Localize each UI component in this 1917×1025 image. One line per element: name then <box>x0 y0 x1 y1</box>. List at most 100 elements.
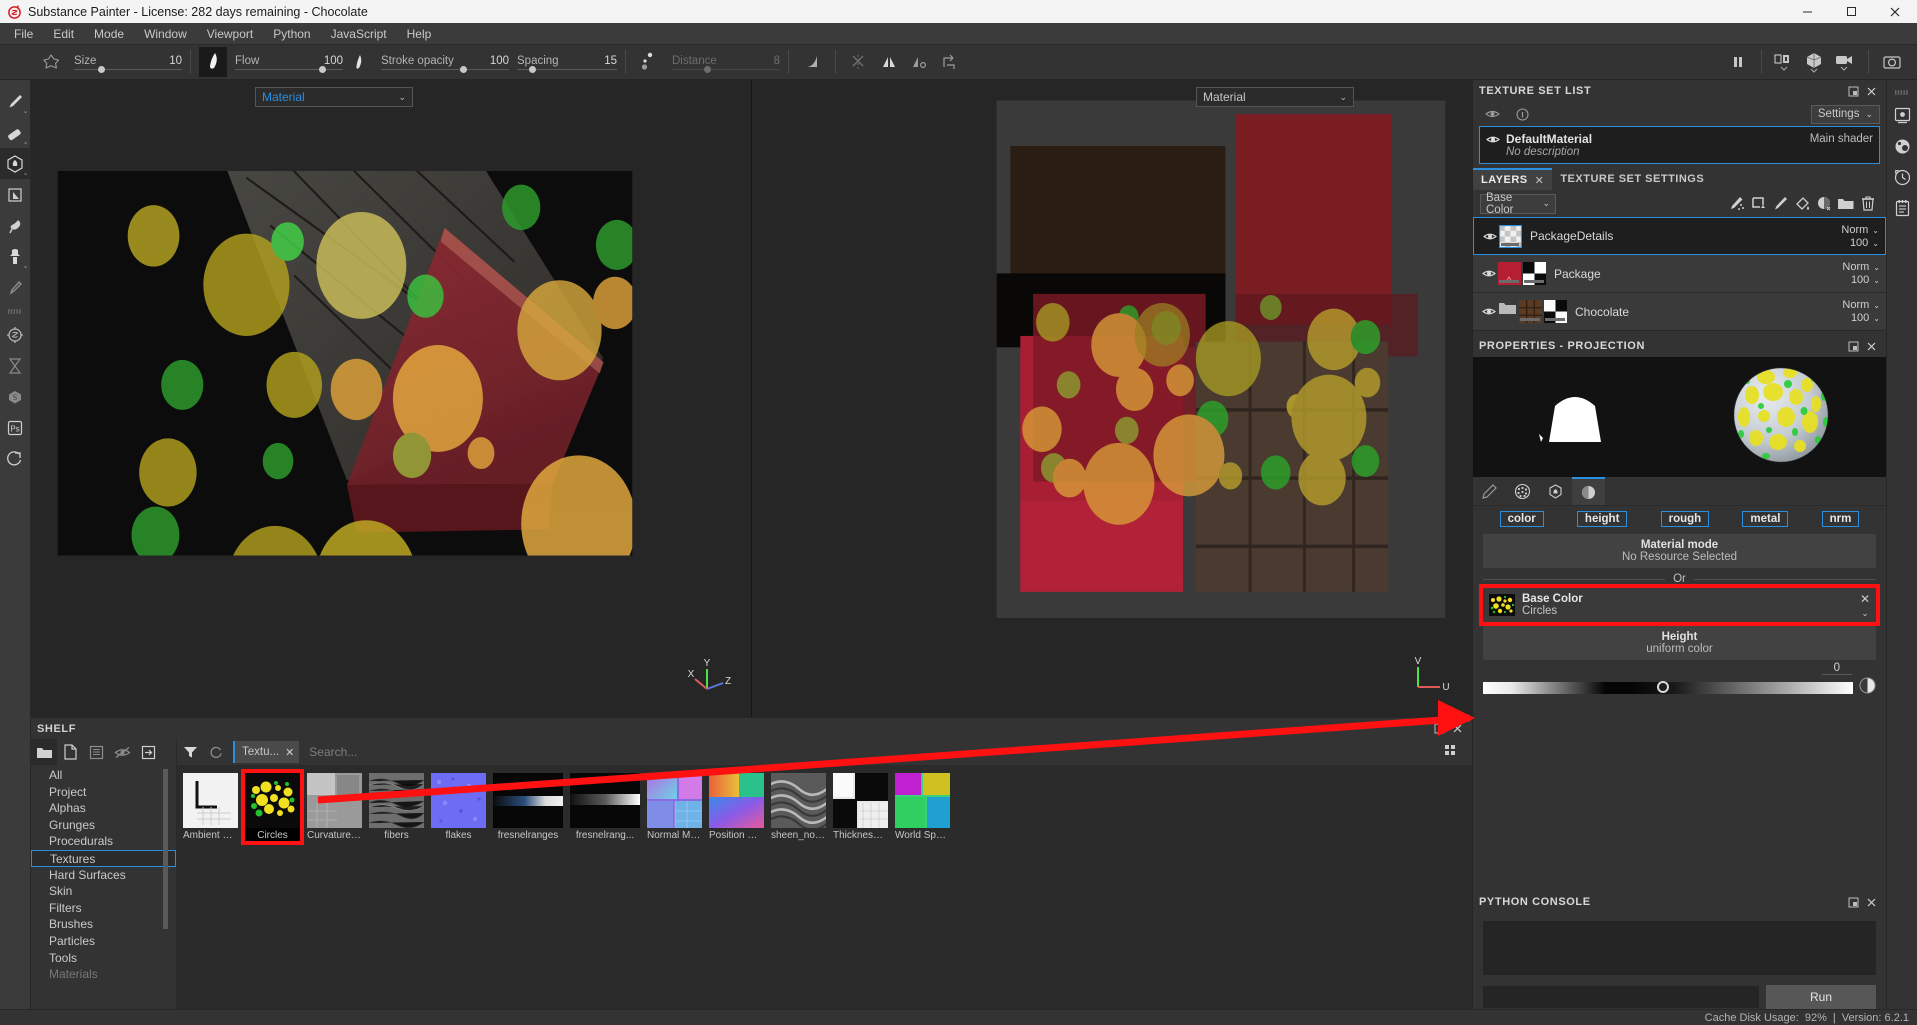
menu-file[interactable]: File <box>4 23 43 45</box>
maximize-icon[interactable] <box>1844 893 1862 911</box>
shelf-category-project[interactable]: Project <box>31 784 176 801</box>
menu-viewport[interactable]: Viewport <box>197 23 263 45</box>
menu-mode[interactable]: Mode <box>84 23 134 45</box>
folder-icon[interactable] <box>31 739 57 765</box>
param-stroke-opacity[interactable]: Stroke opacity 100 <box>381 46 509 78</box>
tab-texture-set-settings[interactable]: TEXTURE SET SETTINGS <box>1552 168 1712 190</box>
shelf-item[interactable]: Position De... <box>709 773 764 841</box>
shelf-category-materials[interactable]: Materials <box>31 966 176 983</box>
brush-properties-icon[interactable] <box>1473 477 1506 505</box>
transform-icon[interactable] <box>934 47 964 77</box>
shelf-item[interactable]: Normal Ma... <box>647 773 702 841</box>
history-icon[interactable] <box>1887 162 1917 193</box>
shelf-item[interactable]: Thickness ... <box>833 773 888 841</box>
save-icon[interactable] <box>83 739 109 765</box>
2d-viewport-channel-selector[interactable]: Material ⌄ <box>1196 87 1354 107</box>
camera-icon[interactable] <box>1830 47 1860 77</box>
menu-window[interactable]: Window <box>134 23 197 45</box>
eye-icon[interactable] <box>1479 268 1498 279</box>
shelf-category-textures[interactable]: Textures <box>31 849 176 867</box>
hide-icon[interactable] <box>109 739 135 765</box>
layer-mask-thumbnail[interactable] <box>1544 300 1567 323</box>
height-slider[interactable] <box>1483 681 1853 694</box>
table-row[interactable]: Package Norm ⌄ 100 ⌄ <box>1473 255 1886 293</box>
projection-tool-icon[interactable]: ⌄ <box>0 148 31 179</box>
shelf-filter-tag[interactable]: Textu... ✕ <box>233 741 300 763</box>
delete-layer-icon[interactable] <box>1857 193 1879 215</box>
layers-channel-selector[interactable]: Base Color ⌄ <box>1480 192 1556 216</box>
param-flow[interactable]: Flow 100 <box>235 46 343 78</box>
shelf-category-filters[interactable]: Filters <box>31 900 176 917</box>
eye-icon[interactable] <box>1486 134 1500 145</box>
brush-preview[interactable] <box>199 47 227 77</box>
clone-tool-icon[interactable]: ⌄ <box>0 241 31 272</box>
shelf-category-grunges[interactable]: Grunges <box>31 817 176 834</box>
maximize-button[interactable] <box>1829 0 1873 23</box>
channel-chip-height[interactable]: height <box>1576 511 1628 527</box>
shelf-search-input[interactable]: Search... <box>299 739 1440 765</box>
shelf-item[interactable]: World Spac... <box>895 773 950 841</box>
shelf-circles-thumbnail[interactable]: Circles <box>241 769 304 845</box>
texture-set-settings-button[interactable]: Settings ⌄ <box>1810 104 1880 124</box>
maximize-icon[interactable] <box>1844 337 1862 355</box>
shelf-category-scrollbar[interactable] <box>163 769 168 929</box>
display-channel-icon[interactable] <box>1770 47 1800 77</box>
layer-thumbnail[interactable] <box>1498 224 1523 248</box>
stencil-properties-icon[interactable] <box>1539 477 1572 505</box>
iray-render-icon[interactable] <box>0 443 31 474</box>
shelf-category-procedurals[interactable]: Procedurals <box>31 833 176 850</box>
symmetry-disabled-icon[interactable] <box>844 47 874 77</box>
display-settings-icon[interactable] <box>1887 131 1917 162</box>
shelf-item[interactable]: flakes <box>431 773 486 841</box>
channel-chip-color[interactable]: color <box>1499 511 1544 527</box>
close-button[interactable] <box>1873 0 1917 23</box>
menu-edit[interactable]: Edit <box>43 23 84 45</box>
flow-curve-icon[interactable] <box>343 47 373 77</box>
close-icon[interactable] <box>1448 720 1466 738</box>
base-color-resource-slot[interactable]: Base Color Circles ✕ ⌄ <box>1479 584 1880 626</box>
layer-opacity[interactable]: 100 ⌄ <box>1850 237 1879 249</box>
param-size[interactable]: Size 10 <box>74 46 182 78</box>
brush-shape-icon[interactable] <box>36 47 66 77</box>
layer-thumbnail[interactable] <box>1498 262 1521 285</box>
shelf-item[interactable]: Curvature ... <box>307 773 362 841</box>
eye-toggle-icon[interactable] <box>1483 105 1501 123</box>
channel-chip-metal[interactable]: metal <box>1742 511 1789 527</box>
height-value[interactable]: 0 <box>1821 662 1852 675</box>
shelf-category-hard-surfaces[interactable]: Hard Surfaces <box>31 867 176 884</box>
add-mask-icon[interactable] <box>1813 193 1835 215</box>
minimize-button[interactable] <box>1785 0 1829 23</box>
info-icon[interactable] <box>1513 105 1531 123</box>
chevron-down-icon[interactable]: ⌄ <box>1861 608 1869 619</box>
color-wheel-icon[interactable] <box>1859 677 1876 699</box>
eye-icon[interactable] <box>1480 231 1499 242</box>
add-folder-icon[interactable] <box>1835 193 1857 215</box>
eyedropper-icon[interactable] <box>0 272 31 303</box>
add-paint-layer-icon[interactable] <box>1769 193 1791 215</box>
paint-tool-icon[interactable]: ⌄ <box>0 86 31 117</box>
eraser-tool-icon[interactable]: ⌄ <box>0 117 31 148</box>
shelf-category-skin[interactable]: Skin <box>31 883 176 900</box>
shelf-category-alphas[interactable]: Alphas <box>31 800 176 817</box>
table-row[interactable]: PackageDetails Norm ⌄ 100 ⌄ <box>1473 217 1886 255</box>
log-icon[interactable] <box>1887 193 1917 224</box>
param-distance[interactable]: Distance 8 <box>672 46 780 78</box>
drag-handle-icon[interactable] <box>1894 88 1910 96</box>
smudge-tool-icon[interactable] <box>0 210 31 241</box>
eye-icon[interactable] <box>1479 306 1498 317</box>
substance-source-icon[interactable]: S <box>0 381 31 412</box>
falloff-icon[interactable] <box>797 47 827 77</box>
import-icon[interactable] <box>135 739 161 765</box>
shelf-category-tools[interactable]: Tools <box>31 950 176 967</box>
settings-gear-icon[interactable] <box>1887 100 1917 131</box>
photoshop-icon[interactable]: Ps <box>0 412 31 443</box>
material-mode-slot[interactable]: Material mode No Resource Selected <box>1483 534 1876 568</box>
layer-mask-thumbnail[interactable] <box>1523 262 1546 285</box>
close-icon[interactable] <box>1862 82 1880 100</box>
run-button[interactable]: Run <box>1766 985 1876 1009</box>
shelf-category-particles[interactable]: Particles <box>31 933 176 950</box>
folder-icon[interactable] <box>1498 300 1517 323</box>
tab-layers[interactable]: LAYERS ✕ <box>1473 168 1553 190</box>
close-icon[interactable]: ✕ <box>1535 174 1545 187</box>
close-icon[interactable]: ✕ <box>285 746 294 759</box>
